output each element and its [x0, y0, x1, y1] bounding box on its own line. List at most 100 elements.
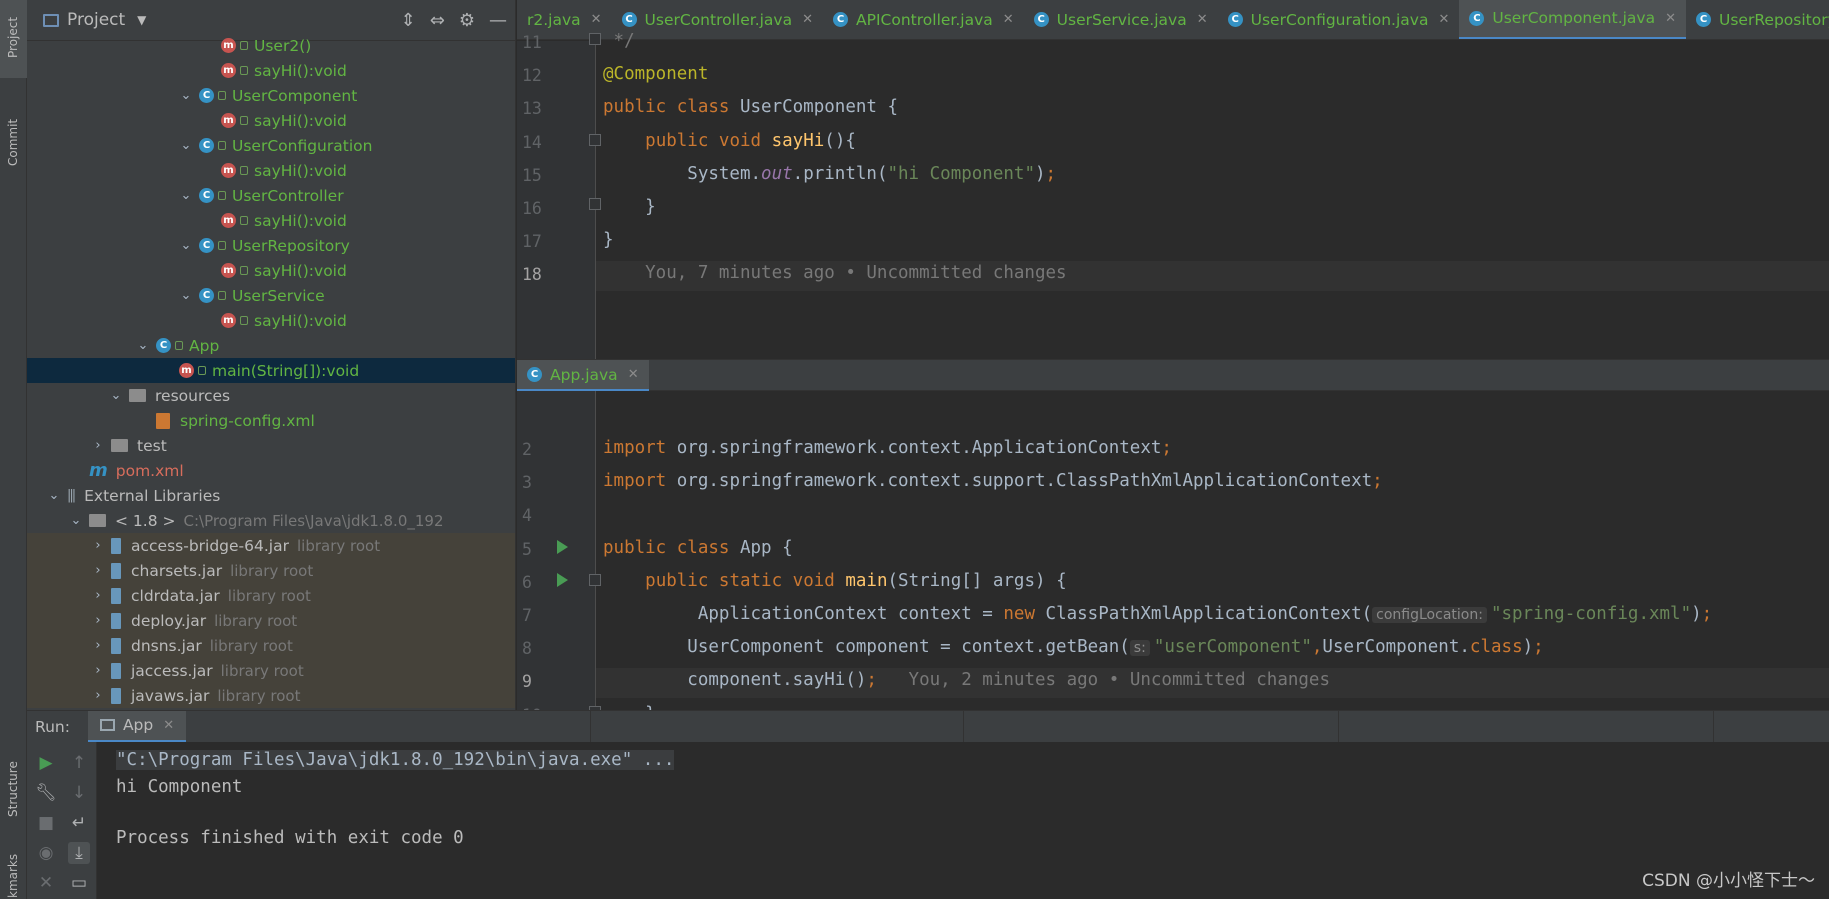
gear-icon[interactable]: ⚙ — [459, 10, 475, 31]
chevron-icon[interactable]: › — [91, 438, 105, 453]
tree-item[interactable]: › dnsns.jar library root — [27, 633, 515, 658]
code-line[interactable]: } — [603, 197, 656, 217]
tree-item[interactable]: ⌄ C UserComponent — [27, 83, 515, 108]
tree-item[interactable]: m pom.xml — [27, 458, 515, 483]
chevron-icon[interactable]: › — [91, 588, 105, 603]
project-view-dropdown-icon[interactable]: ▼ — [137, 13, 146, 27]
chevron-icon[interactable]: › — [91, 638, 105, 653]
chevron-icon[interactable]: › — [91, 663, 105, 678]
rerun-icon[interactable]: ▶ — [35, 752, 57, 774]
close-run-icon[interactable]: ✕ — [35, 872, 57, 894]
code-line[interactable]: } — [603, 230, 614, 250]
fold-icon[interactable] — [589, 574, 601, 586]
close-icon[interactable]: ✕ — [163, 718, 174, 733]
editor-tab[interactable]: C UserConfiguration.java ✕ — [1218, 0, 1460, 39]
code-line[interactable]: @Component — [603, 64, 708, 84]
wrench-icon[interactable]: 🔧︎ — [35, 782, 57, 804]
code-line[interactable]: public class UserComponent { — [603, 97, 898, 117]
top-editor-code-area[interactable] — [596, 41, 1829, 359]
commit-tool-button[interactable]: Commit — [0, 100, 27, 180]
fold-icon[interactable] — [589, 33, 601, 45]
tree-item[interactable]: › charsets.jar library root — [27, 558, 515, 583]
tree-item[interactable]: m User2() — [27, 33, 515, 58]
collapse-all-icon[interactable]: ⇔ — [430, 10, 445, 31]
editor-tab[interactable]: C UserController.java ✕ — [612, 0, 823, 39]
chevron-icon[interactable]: › — [91, 688, 105, 703]
tree-item[interactable]: ⌄ C UserRepository — [27, 233, 515, 258]
code-line[interactable]: UserComponent component = context.getBea… — [603, 637, 1543, 657]
fold-icon[interactable] — [589, 198, 601, 210]
soft-wrap-icon[interactable]: ↵ — [68, 812, 90, 834]
tree-item[interactable]: m sayHi():void — [27, 58, 515, 83]
tree-item[interactable]: spring-config.xml — [27, 408, 515, 433]
tree-item[interactable]: m sayHi():void — [27, 158, 515, 183]
structure-tool-button[interactable]: Structure — [0, 745, 27, 827]
tree-item[interactable]: ⌄ C UserService — [27, 283, 515, 308]
chevron-icon[interactable]: ⌄ — [179, 138, 193, 153]
run-tab-app[interactable]: App ✕ — [87, 710, 187, 743]
chevron-icon[interactable]: ⌄ — [179, 238, 193, 253]
bookmarks-tool-button[interactable]: kmarks — [0, 852, 27, 899]
tree-item[interactable]: › javaws.jar library root — [27, 683, 515, 708]
camera-icon[interactable]: ◉ — [35, 842, 57, 864]
editor-tab[interactable]: C APIController.java ✕ — [823, 0, 1024, 39]
run-gutter-icon[interactable] — [557, 540, 568, 554]
editor-tab[interactable]: C UserComponent.java ✕ — [1459, 0, 1687, 39]
chevron-icon[interactable]: › — [91, 563, 105, 578]
code-line[interactable]: public void sayHi(){ — [603, 131, 856, 151]
stop-icon[interactable]: ■ — [35, 812, 57, 834]
tab-app-java[interactable]: C App.java ✕ — [517, 360, 649, 392]
chevron-icon[interactable]: ⌄ — [69, 513, 83, 528]
tree-item[interactable]: › test — [27, 433, 515, 458]
project-title[interactable]: Project — [67, 10, 125, 30]
chevron-icon[interactable]: ⌄ — [179, 288, 193, 303]
tree-item[interactable]: m sayHi():void — [27, 308, 515, 333]
editor-tab[interactable]: C UserService.java ✕ — [1024, 0, 1218, 39]
chevron-icon[interactable]: › — [91, 538, 105, 553]
close-icon[interactable]: ✕ — [1438, 12, 1449, 27]
tree-item[interactable]: ⌄ C UserConfiguration — [27, 133, 515, 158]
chevron-icon[interactable]: ⌄ — [179, 188, 193, 203]
tree-item[interactable]: m sayHi():void — [27, 108, 515, 133]
chevron-icon[interactable]: ⌄ — [109, 388, 123, 403]
print-icon[interactable]: ▭ — [68, 872, 90, 894]
close-icon[interactable]: ✕ — [802, 12, 813, 27]
tree-item[interactable]: ⌄ ||| External Libraries — [27, 483, 515, 508]
tree-item[interactable]: › deploy.jar library root — [27, 608, 515, 633]
project-tool-button[interactable]: Project — [0, 0, 27, 78]
code-line[interactable]: import org.springframework.context.Appli… — [603, 438, 1172, 458]
tree-item[interactable]: ⌄ C App — [27, 333, 515, 358]
run-gutter-icon[interactable] — [557, 573, 568, 587]
code-line[interactable]: ApplicationContext context = new ClassPa… — [603, 604, 1712, 624]
code-line[interactable]: import org.springframework.context.suppo… — [603, 471, 1383, 491]
chevron-icon[interactable]: ⌄ — [136, 338, 150, 353]
editor-tab[interactable]: CUserRepository.java✕ — [1686, 0, 1829, 39]
tree-item[interactable]: › access-bridge-64.jar library root — [27, 533, 515, 558]
close-icon[interactable]: ✕ — [591, 12, 602, 27]
code-line[interactable]: public static void main(String[] args) { — [603, 571, 1066, 591]
expand-all-icon[interactable]: ⇕ — [401, 10, 416, 31]
tree-item[interactable]: m main(String[]):void — [27, 358, 515, 383]
tree-item[interactable]: ⌄ resources — [27, 383, 515, 408]
tree-item[interactable]: m sayHi():void — [27, 258, 515, 283]
fold-icon[interactable] — [589, 134, 601, 146]
close-icon[interactable]: ✕ — [1665, 11, 1676, 26]
tree-item[interactable]: › jaccess.jar library root — [27, 658, 515, 683]
tree-item[interactable]: m sayHi():void — [27, 208, 515, 233]
code-line[interactable]: public class App { — [603, 538, 793, 558]
code-line[interactable]: */ — [603, 31, 635, 51]
tree-item[interactable]: › cldrdata.jar library root — [27, 583, 515, 608]
chevron-icon[interactable]: ⌄ — [179, 88, 193, 103]
scroll-to-end-icon[interactable]: ⤓ — [68, 842, 90, 864]
close-icon[interactable]: ✕ — [628, 367, 639, 382]
close-icon[interactable]: ✕ — [1003, 12, 1014, 27]
down-arrow-icon[interactable]: ↓ — [68, 782, 90, 804]
close-icon[interactable]: ✕ — [1197, 12, 1208, 27]
code-line[interactable]: component.sayHi(); You, 2 minutes ago • … — [603, 670, 1330, 690]
hide-panel-icon[interactable]: — — [489, 10, 507, 31]
tree-item[interactable]: ⌄ C UserController — [27, 183, 515, 208]
tree-item[interactable]: ⌄ < 1.8 > C:\Program Files\Java\jdk1.8.0_1… — [27, 508, 515, 533]
code-line[interactable]: You, 7 minutes ago • Uncommitted changes — [603, 263, 1066, 283]
up-arrow-icon[interactable]: ↑ — [68, 752, 90, 774]
chevron-icon[interactable]: › — [91, 613, 105, 628]
